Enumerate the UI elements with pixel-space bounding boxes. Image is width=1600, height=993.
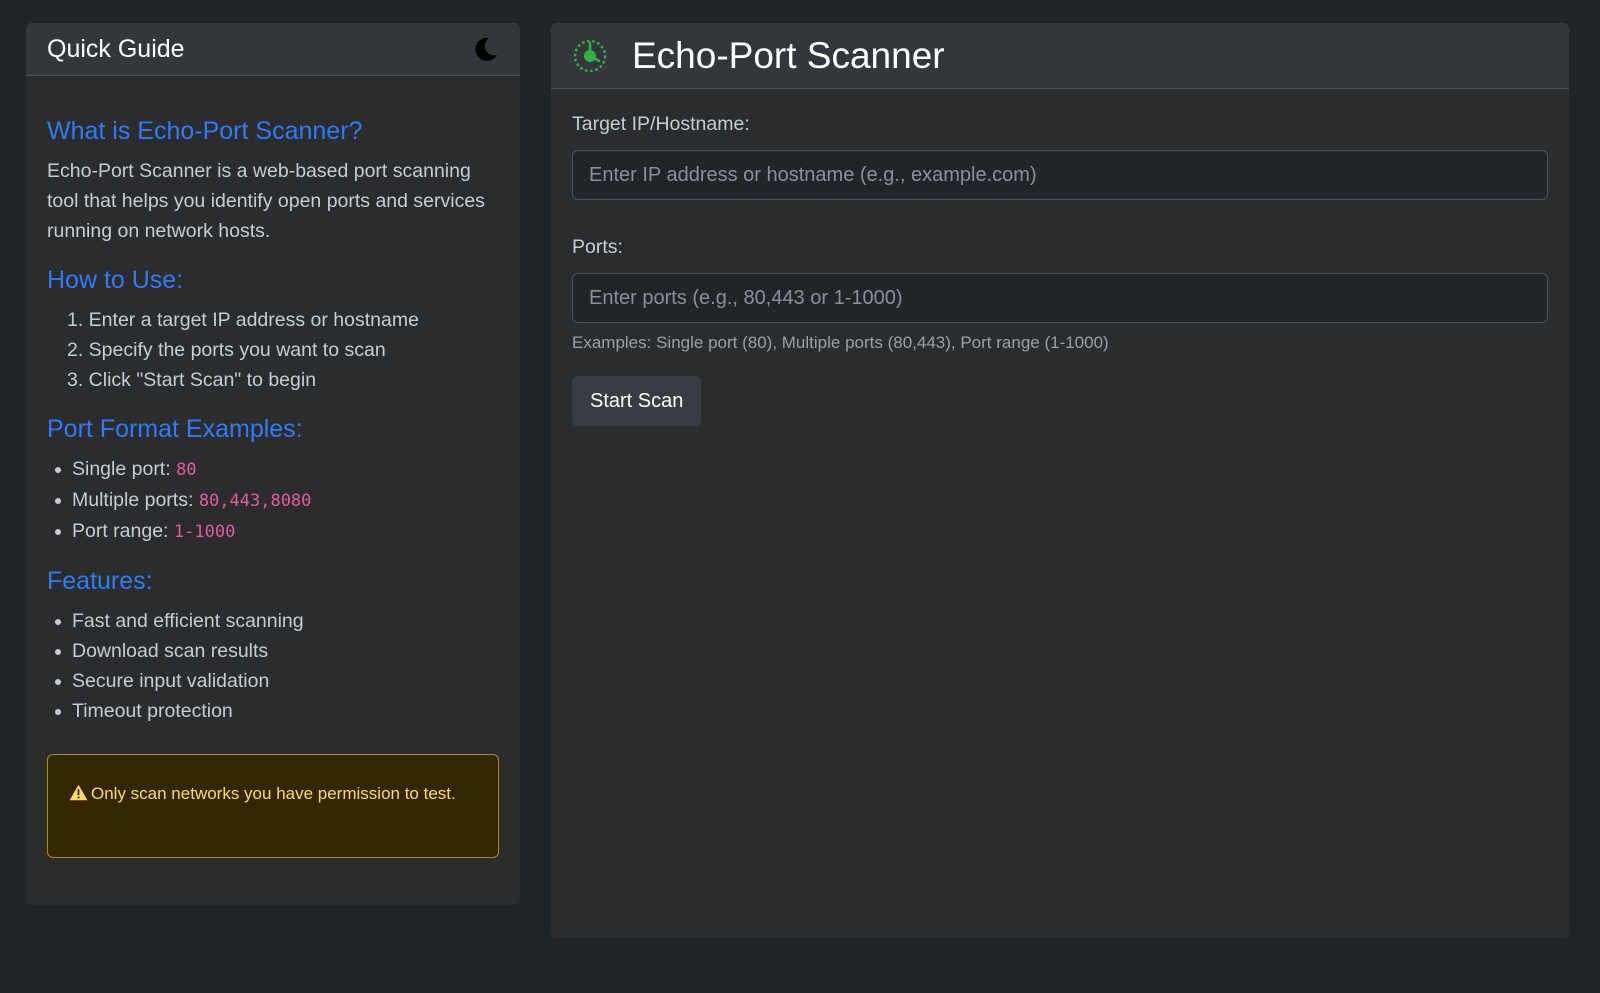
how-to-steps: 1. Enter a target IP address or hostname…	[47, 305, 499, 395]
features-list: Fast and efficient scanning Download sca…	[47, 606, 499, 726]
features-heading: Features:	[47, 567, 153, 595]
port-format-code: 1-1000	[173, 522, 236, 542]
target-label: Target IP/Hostname:	[572, 113, 750, 135]
quick-guide-title: Quick Guide	[47, 34, 185, 63]
port-format-list: Single port: 80 Multiple ports: 80,443,8…	[47, 454, 499, 547]
port-format-code: 80	[176, 460, 197, 480]
app-page: Quick Guide What is Echo-Port Scanner? E…	[0, 0, 1600, 993]
quick-guide-body: What is Echo-Port Scanner? Echo-Port Sca…	[26, 76, 520, 858]
permission-warning: Only scan networks you have permission t…	[47, 754, 499, 858]
port-format-code: 80,443,8080	[198, 491, 312, 511]
how-to-heading: How to Use:	[47, 266, 184, 294]
about-text: Echo-Port Scanner is a web-based port sc…	[47, 160, 485, 242]
ports-label: Ports:	[572, 236, 623, 258]
port-format-item: Port range: 1-1000	[55, 516, 499, 547]
how-to-step: 3. Click "Start Scan" to begin	[67, 369, 317, 391]
target-input[interactable]	[572, 150, 1548, 200]
radar-icon	[573, 39, 607, 72]
port-format-label: Multiple ports:	[72, 489, 199, 511]
ports-help-text: Examples: Single port (80), Multiple por…	[572, 333, 1109, 352]
feature-item: Secure input validation	[55, 666, 499, 696]
port-format-item: Single port: 80	[55, 454, 499, 485]
start-scan-button[interactable]: Start Scan	[572, 376, 702, 426]
moon-icon	[475, 37, 497, 61]
how-to-step: 1. Enter a target IP address or hostname	[67, 309, 419, 331]
field-spacer	[572, 200, 1548, 236]
feature-item: Timeout protection	[55, 696, 499, 726]
warning-text: Only scan networks you have permission t…	[91, 784, 456, 803]
scanner-header: Echo-Port Scanner	[551, 23, 1569, 89]
port-format-heading: Port Format Examples:	[47, 415, 303, 443]
scanner-panel: Echo-Port Scanner Target IP/Hostname: Po…	[551, 23, 1569, 938]
warning-triangle-icon	[69, 784, 88, 801]
theme-toggle-button[interactable]	[471, 35, 499, 63]
quick-guide-panel: Quick Guide What is Echo-Port Scanner? E…	[26, 23, 520, 905]
scan-form: Target IP/Hostname: Ports: Examples: Sin…	[551, 89, 1569, 426]
quick-guide-header: Quick Guide	[26, 23, 520, 76]
how-to-step: 2. Specify the ports you want to scan	[67, 339, 386, 361]
feature-item: Download scan results	[55, 636, 499, 666]
scanner-title: Echo-Port Scanner	[632, 34, 945, 76]
port-format-label: Single port:	[72, 458, 177, 480]
feature-item: Fast and efficient scanning	[55, 606, 499, 636]
ports-input[interactable]	[572, 273, 1548, 323]
port-format-item: Multiple ports: 80,443,8080	[55, 485, 499, 516]
port-format-label: Port range:	[72, 520, 174, 542]
about-heading: What is Echo-Port Scanner?	[47, 117, 363, 145]
